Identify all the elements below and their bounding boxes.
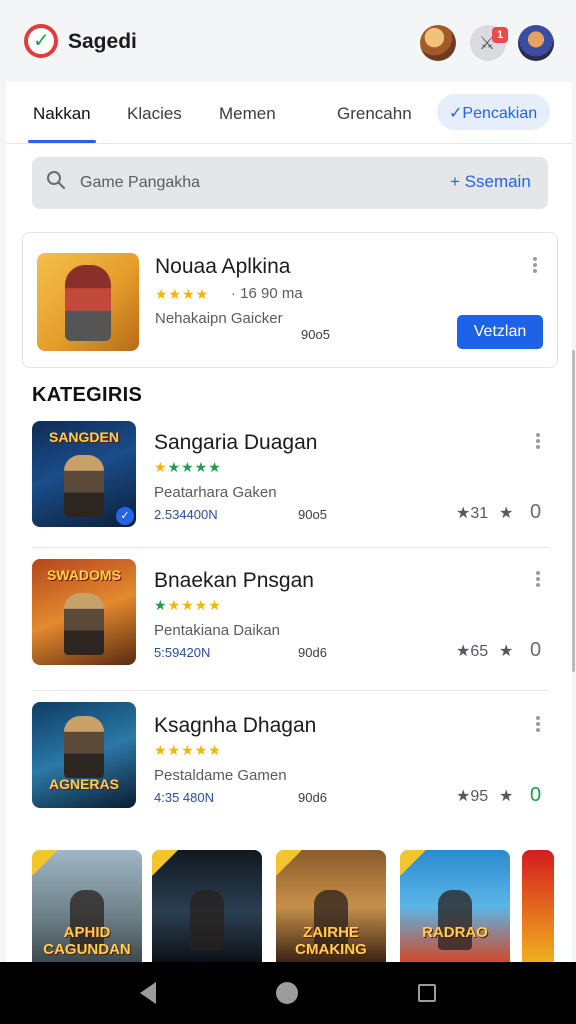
home-icon[interactable] [276, 982, 298, 1004]
carousel-card[interactable] [152, 850, 262, 962]
system-nav-bar [0, 962, 576, 1024]
game-thumbnail[interactable]: SWADOMS [32, 559, 136, 665]
featured-app-card[interactable]: Nouaa Aplkina ★★★★ · 16 90 ma Nehakaipn … [22, 232, 558, 368]
game-downloads: 5:59420N [154, 645, 211, 660]
tab-nakkan[interactable]: Nakkan [33, 104, 91, 124]
game-thumbnail[interactable]: SANGDEN ✓ [32, 421, 136, 527]
profile-avatar[interactable] [420, 25, 456, 61]
game-rating-stars: ★★★★★ [154, 459, 222, 475]
game-thumbnail[interactable]: AGNERAS [32, 702, 136, 808]
check-icon: ✓ [449, 105, 463, 122]
main-panel: Nakkan Klacies Memen Grencahn ✓Pencakian… [6, 82, 572, 962]
featured-rating-stars: ★★★★ [155, 286, 210, 302]
more-options-icon[interactable] [532, 255, 538, 275]
app-logo-icon[interactable]: ✓ [24, 24, 58, 58]
card-title: ZAIRHE CMAKING [295, 924, 367, 958]
game-title: Ksagnha Dhagan [154, 714, 317, 737]
thumbnail-title: SANGDEN [48, 429, 119, 445]
thumbnail-title: AGNERAS [48, 776, 119, 792]
more-options-icon[interactable] [535, 431, 541, 451]
featured-rating-text: · 16 90 ma [231, 285, 303, 302]
game-rating-count: ★31 [456, 505, 489, 522]
game-title: Bnaekan Pnsgan [154, 569, 314, 592]
game-subtitle: Pestaldame Gamen [154, 767, 287, 784]
more-options-icon[interactable] [535, 569, 541, 589]
tab-grencahn[interactable]: Grencahn [337, 104, 412, 124]
back-icon[interactable] [140, 982, 156, 1004]
divider [32, 547, 548, 548]
tab-klacies[interactable]: Klacies [127, 104, 182, 124]
app-title: Sagedi [68, 30, 137, 53]
game-rating-stars: ★★★★★ [154, 742, 222, 758]
favorite-star-icon[interactable]: ★ [499, 786, 513, 806]
scrollbar[interactable] [572, 350, 575, 672]
game-subtitle: Pentakiana Daikan [154, 622, 280, 639]
game-carousel: APHID CAGUNDAN ZAIRHE CMAKING RADRAO [32, 850, 572, 962]
featured-app-title: Nouaa Aplkina [155, 255, 291, 278]
favorite-star-icon[interactable]: ★ [499, 641, 513, 661]
search-icon [47, 171, 66, 190]
carousel-card[interactable]: ZAIRHE CMAKING [276, 850, 386, 962]
game-size: 90o5 [298, 507, 327, 522]
section-title: KATEGIRIS [32, 384, 143, 406]
featured-app-thumbnail[interactable] [37, 253, 139, 351]
featured-app-subtitle: Nehakaipn Gaicker [155, 310, 283, 327]
install-button[interactable]: Vetzlan [457, 315, 543, 349]
game-size: 90d6 [298, 645, 327, 660]
active-tab-indicator [28, 140, 96, 143]
favorite-star-icon[interactable]: ★ [499, 503, 513, 523]
card-title: APHID CAGUNDAN [43, 924, 131, 958]
game-title: Sangaria Duagan [154, 431, 318, 454]
notification-badge: 1 [492, 27, 508, 43]
game-score: 0 [530, 784, 542, 806]
carousel-card[interactable] [522, 850, 554, 962]
game-subtitle: Peatarhara Gaken [154, 484, 277, 501]
game-rating-count: ★65 [456, 643, 489, 660]
game-downloads: 4:35 480N [154, 790, 214, 805]
carousel-card[interactable]: APHID CAGUNDAN [32, 850, 142, 962]
tab-pencakian[interactable]: ✓Pencakian [437, 94, 550, 130]
tab-memen[interactable]: Memen [219, 104, 276, 124]
verified-icon: ✓ [116, 507, 134, 525]
search-input[interactable] [80, 171, 380, 195]
featured-app-size: 90o5 [301, 327, 330, 342]
game-score: 0 [530, 501, 542, 523]
game-score: 0 [530, 639, 542, 661]
account-avatar[interactable] [518, 25, 554, 61]
list-item[interactable]: AGNERAS Ksagnha Dhagan ★★★★★ Pestaldame … [32, 690, 548, 818]
app-header: ✓ Sagedi ⚔ 1 [0, 0, 576, 84]
game-rating-count: ★95 [456, 788, 489, 805]
search-add-button[interactable]: + Ssemain [450, 172, 531, 192]
search-bar[interactable]: + Ssemain [32, 157, 548, 209]
tab-bar: Nakkan Klacies Memen Grencahn ✓Pencakian [6, 82, 572, 144]
divider [32, 690, 548, 691]
game-downloads: 2.534400N [154, 507, 218, 522]
game-rating-stars: ★★★★★ [154, 597, 222, 613]
more-options-icon[interactable] [535, 714, 541, 734]
game-size: 90d6 [298, 790, 327, 805]
list-item[interactable]: SWADOMS Bnaekan Pnsgan ★★★★★ Pentakiana … [32, 547, 548, 675]
carousel-card[interactable]: RADRAO [400, 850, 510, 962]
thumbnail-title: SWADOMS [47, 567, 121, 583]
recent-apps-icon[interactable] [418, 984, 436, 1002]
tab-pencakian-label: Pencakian [462, 105, 538, 122]
list-item[interactable]: SANGDEN ✓ Sangaria Duagan ★★★★★ Peatarha… [32, 409, 548, 537]
card-title: RADRAO [422, 924, 488, 941]
